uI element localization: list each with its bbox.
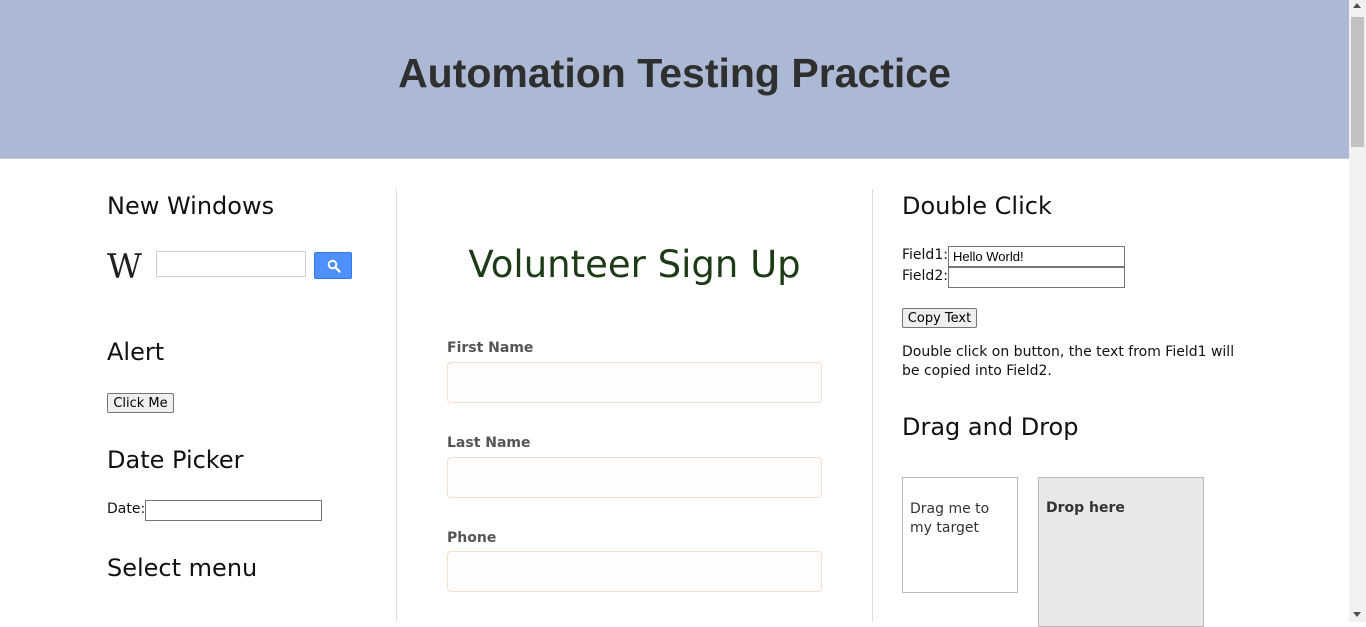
alert-click-me-button[interactable]: Click Me xyxy=(107,393,174,413)
droppable-box[interactable]: Drop here xyxy=(1038,477,1204,627)
scroll-up-arrow-icon[interactable] xyxy=(1353,3,1361,8)
drop-target-text: Drop here xyxy=(1046,500,1125,516)
wikipedia-logo-icon: W xyxy=(107,247,142,287)
scroll-down-arrow-icon[interactable] xyxy=(1353,612,1361,617)
vertical-scrollbar[interactable] xyxy=(1349,0,1366,622)
field1-label: Field1: xyxy=(902,247,948,263)
phone-label: Phone xyxy=(447,530,497,546)
date-picker-input[interactable] xyxy=(145,500,322,521)
field2-label: Field2: xyxy=(902,268,948,284)
last-name-label: Last Name xyxy=(447,435,531,451)
drag-and-drop-heading: Drag and Drop xyxy=(902,413,1079,441)
new-windows-heading: New Windows xyxy=(107,192,275,220)
draggable-box[interactable]: Drag me to my target xyxy=(902,477,1018,593)
search-icon xyxy=(327,259,341,273)
page-header: Automation Testing Practice xyxy=(0,0,1349,159)
select-menu-heading: Select menu xyxy=(107,554,258,582)
double-click-description: Double click on button, the text from Fi… xyxy=(902,344,1235,379)
field1-input[interactable] xyxy=(948,246,1125,267)
volunteer-signup-title: Volunteer Sign Up xyxy=(468,243,801,286)
date-picker-heading: Date Picker xyxy=(107,446,244,474)
column-divider-right xyxy=(872,189,873,622)
last-name-input[interactable] xyxy=(447,457,822,498)
double-click-heading: Double Click xyxy=(902,192,1052,220)
first-name-label: First Name xyxy=(447,340,534,356)
first-name-input[interactable] xyxy=(447,362,822,403)
draggable-text: Drag me to my target xyxy=(910,501,990,536)
copy-text-button[interactable]: Copy Text xyxy=(902,308,977,328)
wikipedia-search-button[interactable] xyxy=(314,252,352,279)
wikipedia-search-input[interactable] xyxy=(156,251,306,277)
scrollbar-thumb[interactable] xyxy=(1351,17,1364,147)
page-title: Automation Testing Practice xyxy=(398,50,951,96)
phone-input[interactable] xyxy=(447,551,822,592)
date-label: Date: xyxy=(107,501,146,517)
alert-heading: Alert xyxy=(107,338,165,366)
field2-input[interactable] xyxy=(948,267,1125,288)
